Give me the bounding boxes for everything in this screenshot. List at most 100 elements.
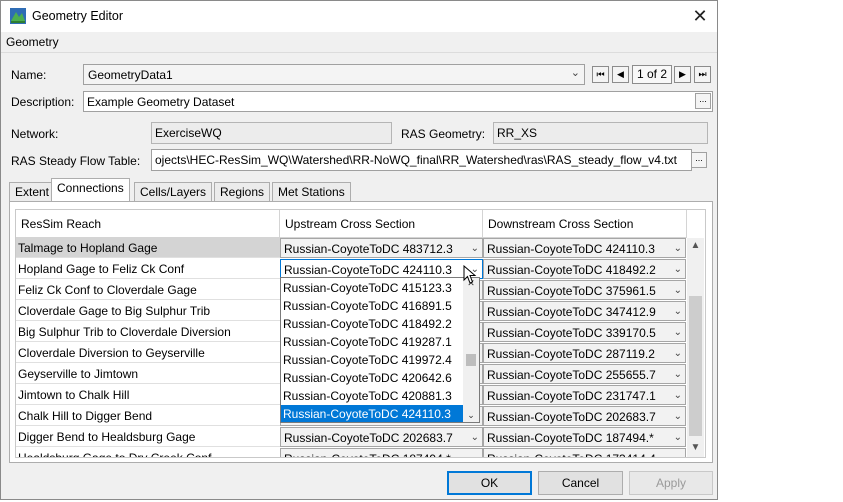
- column-header-downstream[interactable]: Downstream Cross Section: [483, 210, 687, 238]
- reach-cell[interactable]: Cloverdale Diversion to Geyserville: [16, 343, 280, 363]
- ras-geometry-label: RAS Geometry:: [401, 127, 486, 141]
- downstream-cross-section-value: Russian-CoyoteToDC 231747.1: [487, 389, 656, 403]
- downstream-cross-section-combo[interactable]: Russian-CoyoteToDC 173414.4 ⌄: [483, 448, 686, 457]
- downstream-cross-section-value: Russian-CoyoteToDC 287119.2: [487, 347, 655, 361]
- description-value: Example Geometry Dataset: [87, 95, 235, 109]
- downstream-cross-section-combo[interactable]: Russian-CoyoteToDC 255655.7 ⌄: [483, 364, 686, 384]
- ras-steady-browse-button[interactable]: ...: [691, 152, 707, 168]
- chevron-down-icon: ⌄: [471, 449, 479, 457]
- downstream-cross-section-combo[interactable]: Russian-CoyoteToDC 287119.2 ⌄: [483, 343, 686, 363]
- menu-geometry[interactable]: Geometry: [6, 35, 59, 49]
- downstream-cross-section-value: Russian-CoyoteToDC 187494.*: [487, 431, 654, 445]
- close-icon[interactable]: ✕: [689, 5, 711, 27]
- ras-steady-value: ojects\HEC-ResSim_WQ\Watershed\RR-NoWQ_f…: [155, 153, 677, 167]
- title-bar: Geometry Editor ✕: [1, 1, 717, 32]
- reach-cell[interactable]: Talmage to Hopland Gage: [16, 238, 280, 258]
- ras-steady-field[interactable]: ojects\HEC-ResSim_WQ\Watershed\RR-NoWQ_f…: [151, 149, 692, 171]
- ras-geometry-value: RR_XS: [497, 126, 538, 140]
- downstream-cross-section-combo[interactable]: Russian-CoyoteToDC 418492.2 ⌄: [483, 259, 686, 279]
- dropdown-option[interactable]: Russian-CoyoteToDC 420642.6: [281, 369, 466, 387]
- upstream-cross-section-value: Russian-CoyoteToDC 202683.7: [284, 431, 453, 445]
- geometry-app-icon: [10, 8, 26, 24]
- menu-bar: Geometry: [1, 32, 717, 53]
- upstream-cross-section-combo[interactable]: Russian-CoyoteToDC 483712.3 ⌄: [280, 238, 483, 258]
- ras-geometry-field: RR_XS: [493, 122, 708, 144]
- chevron-down-icon: ⌄: [673, 306, 682, 317]
- downstream-cross-section-value: Russian-CoyoteToDC 424110.3: [487, 242, 655, 256]
- table-row[interactable]: Digger Bend to Healdsburg Gage Russian-Co…: [16, 427, 687, 448]
- tab-met-stations[interactable]: Met Stations: [272, 182, 351, 201]
- dropdown-option[interactable]: Russian-CoyoteToDC 418492.2: [281, 315, 466, 333]
- description-field[interactable]: Example Geometry Dataset: [83, 91, 713, 112]
- reach-cell[interactable]: Digger Bend to Healdsburg Gage: [16, 427, 280, 447]
- previous-record-button[interactable]: ◀: [612, 66, 629, 83]
- downstream-cross-section-combo[interactable]: Russian-CoyoteToDC 424110.3 ⌄: [483, 238, 686, 258]
- dropdown-option[interactable]: Russian-CoyoteToDC 419972.4: [281, 351, 466, 369]
- reach-cell[interactable]: Big Sulphur Trib to Cloverdale Diversion: [16, 322, 280, 342]
- chevron-down-icon: ⌄: [673, 327, 682, 338]
- upstream-cross-section-combo[interactable]: Russian-CoyoteToDC 202683.7 ⌄: [280, 427, 483, 447]
- next-record-button[interactable]: ▶: [674, 66, 691, 83]
- scroll-thumb[interactable]: [689, 296, 702, 436]
- name-combo[interactable]: GeometryData1 ⌄: [83, 64, 585, 85]
- upstream-dropdown-list[interactable]: Russian-CoyoteToDC 415123.3 Russian-Coyot…: [280, 277, 480, 423]
- ok-button[interactable]: OK: [447, 471, 532, 495]
- last-record-button[interactable]: ⏭: [694, 66, 711, 83]
- dropdown-option[interactable]: Russian-CoyoteToDC 415123.3: [281, 279, 466, 297]
- downstream-cross-section-value: Russian-CoyoteToDC 202683.7: [487, 410, 656, 424]
- downstream-cross-section-value: Russian-CoyoteToDC 347412.9: [487, 305, 656, 319]
- dropdown-option[interactable]: Russian-CoyoteToDC 416891.5: [281, 297, 466, 315]
- chevron-down-icon: ⌄: [470, 243, 479, 254]
- name-label: Name:: [11, 68, 47, 82]
- reach-cell[interactable]: Healdsburg Gage to Dry Creek Conf: [16, 448, 280, 457]
- description-browse-button[interactable]: ...: [695, 93, 711, 109]
- tab-cells-layers[interactable]: Cells/Layers: [134, 182, 213, 201]
- scroll-down-icon[interactable]: ⌄: [463, 410, 479, 422]
- upstream-cross-section-value: Russian-CoyoteToDC 424110.3: [284, 263, 452, 277]
- downstream-cross-section-combo[interactable]: Russian-CoyoteToDC 339170.5 ⌄: [483, 322, 686, 342]
- dropdown-scroll-thumb[interactable]: [466, 354, 476, 366]
- downstream-cross-section-combo[interactable]: Russian-CoyoteToDC 347412.9 ⌄: [483, 301, 686, 321]
- geometry-editor-window: Geometry Editor ✕ Geometry Name: Geometr…: [0, 0, 718, 500]
- table-scrollbar[interactable]: ▲ ▼: [687, 238, 704, 457]
- upstream-cross-section-value: Russian-CoyoteToDC 187494.*: [284, 452, 451, 457]
- reach-cell[interactable]: Hopland Gage to Feliz Ck Conf: [16, 259, 280, 279]
- tab-connections[interactable]: Connections: [51, 178, 130, 201]
- reach-cell[interactable]: Jimtown to Chalk Hill: [16, 385, 280, 405]
- apply-button[interactable]: Apply: [629, 471, 713, 495]
- table-row[interactable]: Healdsburg Gage to Dry Creek ConfRussian…: [16, 448, 687, 457]
- scroll-down-icon[interactable]: ▼: [687, 442, 704, 456]
- upstream-cross-section-value: Russian-CoyoteToDC 483712.3: [284, 242, 453, 256]
- name-value: GeometryData1: [88, 68, 173, 82]
- dropdown-option[interactable]: Russian-CoyoteToDC 419287.1: [281, 333, 466, 351]
- reach-cell[interactable]: Cloverdale Gage to Big Sulphur Trib: [16, 301, 280, 321]
- downstream-cross-section-combo[interactable]: Russian-CoyoteToDC 231747.1 ⌄: [483, 385, 686, 405]
- scroll-up-icon[interactable]: ▲: [687, 240, 704, 254]
- cancel-button[interactable]: Cancel: [538, 471, 623, 495]
- downstream-cross-section-combo[interactable]: Russian-CoyoteToDC 375961.5 ⌄: [483, 280, 686, 300]
- ras-steady-label: RAS Steady Flow Table:: [11, 154, 141, 168]
- column-header-upstream[interactable]: Upstream Cross Section: [280, 210, 483, 238]
- first-record-button[interactable]: ⏮: [592, 66, 609, 83]
- downstream-cross-section-value: Russian-CoyoteToDC 375961.5: [487, 284, 656, 298]
- column-header-reach[interactable]: ResSim Reach: [16, 210, 280, 238]
- reach-cell[interactable]: Feliz Ck Conf to Cloverdale Gage: [16, 280, 280, 300]
- table-row[interactable]: Talmage to Hopland Gage Russian-CoyoteToD…: [16, 238, 687, 259]
- downstream-cross-section-value: Russian-CoyoteToDC 173414.4: [487, 452, 656, 457]
- downstream-cross-section-combo[interactable]: Russian-CoyoteToDC 187494.* ⌄: [483, 427, 686, 447]
- reach-cell[interactable]: Geyserville to Jimtown: [16, 364, 280, 384]
- chevron-down-icon: ⌄: [674, 449, 682, 457]
- upstream-cross-section-combo[interactable]: Russian-CoyoteToDC 187494.* ⌄: [280, 448, 483, 457]
- dropdown-scrollbar[interactable]: ✕ ⌄: [463, 278, 479, 422]
- upstream-cross-section-combo[interactable]: Russian-CoyoteToDC 424110.3 ⌄: [280, 259, 483, 279]
- downstream-cross-section-combo[interactable]: Russian-CoyoteToDC 202683.7 ⌄: [483, 406, 686, 426]
- mouse-cursor-icon: [463, 265, 477, 284]
- network-field: ExerciseWQ: [151, 122, 392, 144]
- tab-regions[interactable]: Regions: [214, 182, 271, 201]
- record-pager: 1 of 2: [632, 65, 672, 84]
- reach-cell[interactable]: Chalk Hill to Digger Bend: [16, 406, 280, 426]
- downstream-cross-section-value: Russian-CoyoteToDC 418492.2: [487, 263, 656, 277]
- dropdown-option[interactable]: Russian-CoyoteToDC 420881.3: [281, 387, 466, 405]
- tab-extent[interactable]: Extent: [9, 182, 56, 201]
- dropdown-option[interactable]: Russian-CoyoteToDC 424110.3: [281, 405, 466, 422]
